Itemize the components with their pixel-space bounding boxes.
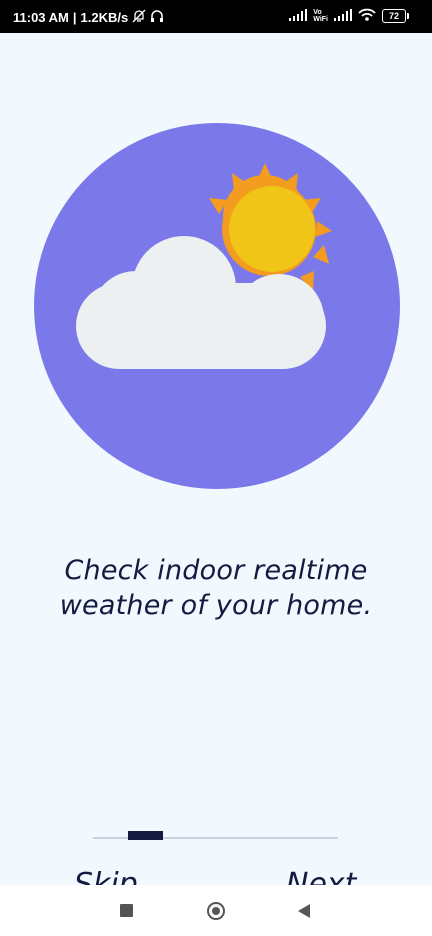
back-button[interactable] bbox=[284, 885, 324, 936]
battery-level: 72 bbox=[388, 11, 399, 21]
onboarding-screen: Check indoor realtime weather of your ho… bbox=[0, 33, 432, 902]
indicator-active-page bbox=[128, 831, 163, 840]
back-icon bbox=[298, 903, 310, 918]
page-indicator bbox=[93, 831, 338, 841]
signal-icon bbox=[289, 8, 308, 24]
status-time: 11:03 AM bbox=[13, 10, 69, 25]
home-icon bbox=[207, 901, 225, 920]
status-separator: | bbox=[72, 10, 77, 25]
recents-icon bbox=[119, 904, 133, 917]
headphones-icon bbox=[150, 9, 164, 26]
home-button[interactable] bbox=[196, 885, 236, 936]
battery-icon: 72 bbox=[382, 9, 409, 23]
status-right: Vo WiFi 72 bbox=[289, 8, 409, 24]
mute-icon bbox=[132, 9, 146, 26]
status-bar: 11:03 AM | 1.2KB/s Vo WiFi 72 bbox=[0, 0, 432, 33]
system-nav-bar bbox=[0, 885, 432, 936]
vowifi-icon: Vo WiFi bbox=[313, 9, 328, 23]
network-speed: 1.2KB/s bbox=[80, 10, 129, 25]
status-left: 11:03 AM | 1.2KB/s bbox=[13, 9, 164, 26]
signal-icon bbox=[334, 8, 352, 24]
wifi-icon bbox=[358, 8, 376, 24]
cloud-sun-icon bbox=[34, 123, 400, 489]
onboarding-tagline: Check indoor realtime weather of your ho… bbox=[59, 555, 373, 621]
recents-button[interactable] bbox=[106, 885, 146, 936]
